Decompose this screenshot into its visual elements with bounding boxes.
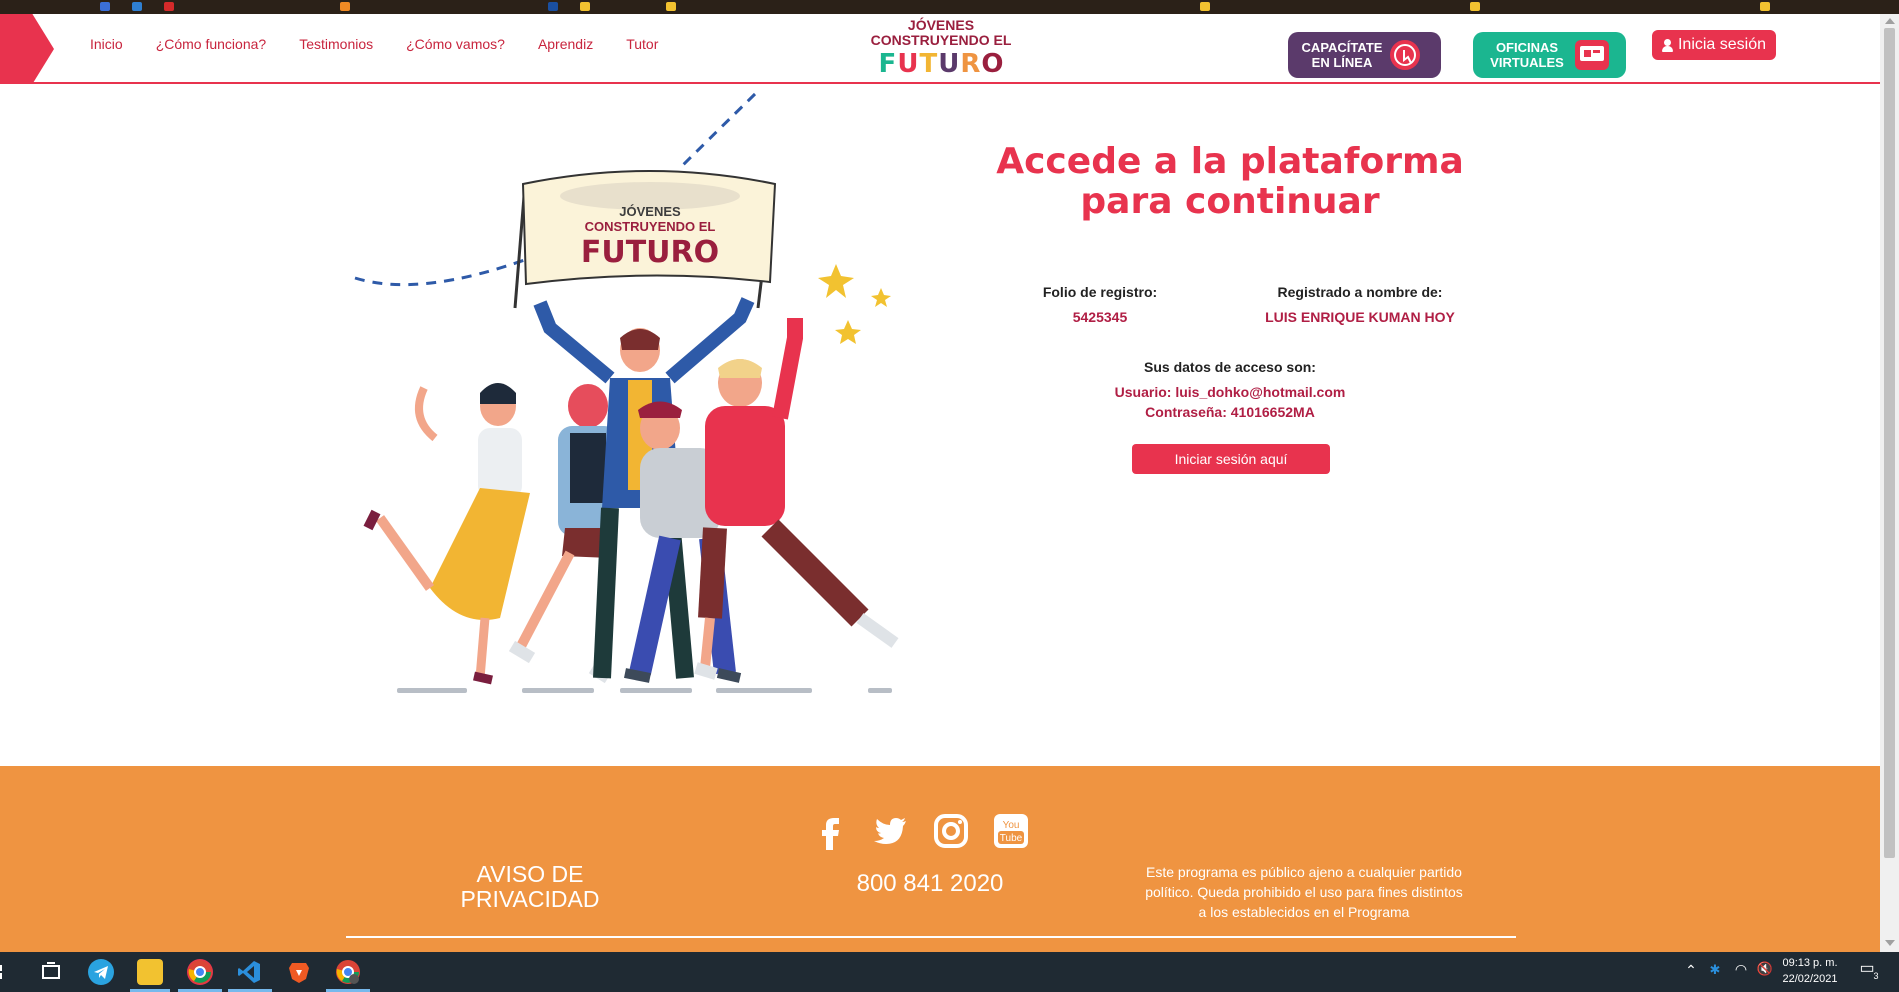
site-logo[interactable]: JÓVENES CONSTRUYENDO EL F U T U R O [864, 18, 1018, 80]
logo-letter: F [878, 49, 897, 79]
nav-como-funciona[interactable]: ¿Cómo funciona? [156, 36, 267, 52]
password-value: Contraseña: 41016652MA [1145, 404, 1315, 420]
footer-divider [346, 936, 1516, 938]
iniciar-sesion-aqui-button[interactable]: Iniciar sesión aquí [1132, 444, 1330, 474]
banner-line-1: JÓVENES [619, 204, 681, 219]
svg-text:Tube: Tube [1000, 833, 1023, 844]
page-title-line-1: Accede a la plataforma [996, 141, 1464, 182]
chrome-profile-icon[interactable] [335, 959, 361, 985]
youtube-icon[interactable]: You Tube [992, 812, 1030, 850]
logo-letter: R [960, 49, 981, 79]
site-footer: You Tube AVISO DE PRIVACIDAD 800 841 2020… [0, 766, 1880, 952]
bookmark-icon[interactable] [1760, 2, 1770, 11]
inicia-sesion-button[interactable]: Inicia sesión [1652, 30, 1776, 60]
bookmarks-strip [0, 0, 1899, 14]
folio-value: 5425345 [1072, 309, 1128, 325]
bookmark-icon[interactable] [132, 2, 142, 11]
username-value: Usuario: luis_dohko@hotmail.com [1114, 384, 1346, 400]
wifi-icon[interactable]: ◠ [1732, 961, 1750, 978]
bookmark-icon[interactable] [580, 2, 590, 11]
user-icon [1661, 38, 1673, 52]
logo-letter: U [897, 49, 919, 79]
registered-name-label: Registrado a nombre de: [1277, 284, 1443, 300]
access-data-label: Sus datos de acceso son: [1144, 359, 1316, 375]
bookmark-icon[interactable] [164, 2, 174, 11]
inicia-sesion-label: Inicia sesión [1677, 36, 1767, 53]
logo-letter: T [919, 49, 938, 79]
bluetooth-icon[interactable]: ✱ [1708, 962, 1722, 978]
clock-time[interactable]: 09:13 p. m. [1772, 957, 1848, 969]
telegram-icon[interactable] [88, 959, 114, 985]
banner-line-3: FUTURO [581, 235, 719, 270]
facebook-icon[interactable] [812, 812, 850, 850]
youth-celebration-illustration: JÓVENES CONSTRUYENDO EL FUTURO [340, 88, 930, 708]
oficinas-label: OFICINAS VIRTUALES [1490, 40, 1564, 70]
aviso-privacidad-link[interactable]: AVISO DE PRIVACIDAD [430, 862, 630, 912]
footer-disclaimer: Este programa es público ajeno a cualqui… [1145, 864, 1463, 920]
bookmark-icon[interactable] [548, 2, 558, 11]
nav-como-vamos[interactable]: ¿Cómo vamos? [406, 36, 505, 52]
logo-letter: U [938, 49, 960, 79]
chrome-icon[interactable] [187, 959, 213, 985]
bookmark-icon[interactable] [340, 2, 350, 11]
capacitate-en-linea-button[interactable]: CAPACÍTATE EN LÍNEA [1288, 32, 1441, 78]
scroll-thumb[interactable] [1884, 28, 1895, 858]
main-nav: Inicio ¿Cómo funciona? Testimonios ¿Cómo… [90, 36, 658, 52]
phone-number: 800 841 2020 [856, 870, 1004, 897]
brave-icon[interactable] [286, 959, 312, 985]
page-title-line-2: para continuar [1080, 181, 1380, 222]
nav-tutor[interactable]: Tutor [626, 36, 658, 52]
logo-line-2: CONSTRUYENDO EL [870, 32, 1012, 48]
windows-start-icon[interactable] [0, 959, 10, 985]
bookmark-icon[interactable] [1200, 2, 1210, 11]
page: Inicio ¿Cómo funciona? Testimonios ¿Cómo… [0, 0, 1899, 992]
svg-text:You: You [1003, 820, 1020, 831]
scroll-up-arrow-icon[interactable] [1885, 18, 1895, 24]
twitter-icon[interactable] [872, 812, 910, 850]
registered-name-value: LUIS ENRIQUE KUMAN HOY [1265, 309, 1455, 325]
oficinas-virtuales-button[interactable]: OFICINAS VIRTUALES [1473, 32, 1626, 78]
instagram-icon[interactable] [932, 812, 970, 850]
social-links: You Tube [812, 812, 1030, 850]
site-header: Inicio ¿Cómo funciona? Testimonios ¿Cómo… [0, 14, 1880, 84]
page-scrollbar[interactable] [1880, 14, 1899, 952]
nav-inicio[interactable]: Inicio [90, 36, 123, 52]
bookmark-icon[interactable] [100, 2, 110, 11]
capacitate-label: CAPACÍTATE EN LÍNEA [1301, 40, 1383, 70]
bookmark-icon[interactable] [1470, 2, 1480, 11]
bookmark-icon[interactable] [666, 2, 676, 11]
nav-aprendiz[interactable]: Aprendiz [538, 36, 593, 52]
header-arrow-decoration [0, 14, 54, 84]
scroll-down-arrow-icon[interactable] [1885, 940, 1895, 946]
tray-chevron-icon[interactable]: ⌃ [1684, 962, 1698, 979]
file-explorer-icon[interactable] [137, 959, 163, 985]
nav-testimonios[interactable]: Testimonios [299, 36, 373, 52]
logo-line-1: JÓVENES [907, 17, 975, 33]
clock-date[interactable]: 22/02/2021 [1772, 973, 1848, 985]
logo-letter: O [981, 49, 1004, 79]
logo-futuro: F U T U R O [864, 50, 1018, 78]
pointer-hand-icon [1390, 40, 1420, 70]
screen-icon [1575, 40, 1609, 70]
vscode-icon[interactable] [236, 959, 262, 985]
task-view-icon[interactable] [38, 959, 64, 985]
notifications-count: 3 [1873, 971, 1879, 981]
folio-label: Folio de registro: [1042, 284, 1158, 300]
windows-taskbar: ⌃ ✱ ◠ 🔇 09:13 p. m. 22/02/2021 ▭ 3 [0, 952, 1899, 992]
banner-line-2: CONSTRUYENDO EL [585, 219, 716, 234]
page-title: Accede a la plataforma para continuar [990, 142, 1470, 222]
